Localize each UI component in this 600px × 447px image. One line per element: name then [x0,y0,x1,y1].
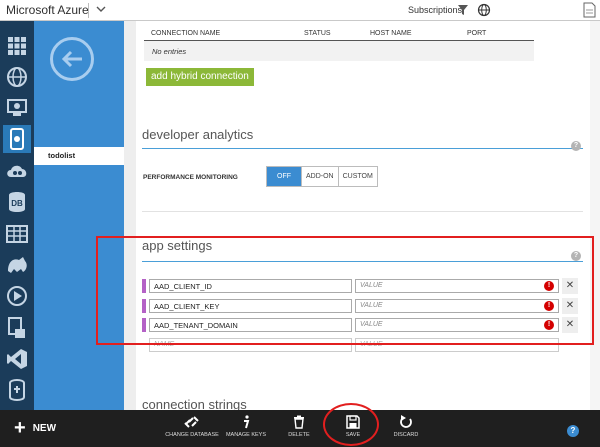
back-button[interactable] [50,37,94,81]
column-host-name: HOST NAME [370,30,412,37]
developer-analytics-title: developer analytics [142,127,254,142]
plus-icon: + [14,417,26,439]
manage-keys-button[interactable]: MANAGE KEYS [216,415,276,438]
save-highlight-annotation [323,403,379,446]
section-divider [142,211,583,212]
selected-service-item[interactable]: todolist [34,147,124,165]
scrollbar[interactable] [590,21,600,410]
new-button[interactable]: + NEW [14,417,57,439]
arrow-left-icon [61,50,82,68]
media-services-icon[interactable] [3,282,31,310]
document-icon[interactable] [583,2,596,18]
column-connection-name: CONNECTION NAME [151,30,221,37]
info-icon [244,415,250,429]
hdinsight-icon[interactable] [3,251,31,279]
delete-button[interactable]: DELETE [269,415,329,438]
item-panel: todolist [34,21,124,410]
storage-icon[interactable] [3,220,31,248]
undo-icon [400,415,412,428]
svg-text:DB: DB [11,199,23,208]
section-underline [142,148,583,149]
performance-monitoring-label: PERFORMANCE MONITORING [143,174,238,181]
left-navigation: DB [0,21,34,410]
change-database-button[interactable]: CHANGE DATABASE [162,415,222,438]
toggle-off[interactable]: OFF [267,167,301,186]
cloud-services-icon[interactable] [3,157,31,185]
chevron-down-icon[interactable] [95,2,107,16]
service-bus-icon[interactable] [3,314,31,342]
help-icon[interactable]: ? [567,425,579,437]
column-status: STATUS [304,30,331,37]
top-bar: Microsoft Azure Subscriptions [0,0,600,21]
table-header: CONNECTION NAME STATUS HOST NAME PORT [144,27,534,41]
change-database-label: CHANGE DATABASE [165,432,219,438]
filter-icon[interactable] [457,4,469,16]
subscriptions-label[interactable]: Subscriptions [408,5,462,15]
new-label: NEW [32,422,57,434]
sql-databases-icon[interactable]: DB [3,188,31,216]
delete-label: DELETE [288,432,310,438]
web-apps-icon[interactable] [3,63,31,91]
mobile-services-icon[interactable] [3,125,31,153]
manage-keys-label: MANAGE KEYS [225,432,267,438]
command-bar: + NEW CHANGE DATABASE MANAGE KEYS DELETE… [0,410,600,447]
highlight-annotation [96,236,594,345]
performance-monitoring-toggle: OFF ADD-ON CUSTOM [266,166,378,187]
main-content: CONNECTION NAME STATUS HOST NAME PORT No… [136,21,590,410]
column-port: PORT [467,30,487,37]
trash-icon [294,415,304,429]
add-hybrid-connection-button[interactable]: add hybrid connection [146,68,254,86]
toggle-custom[interactable]: CUSTOM [337,167,377,186]
panel-divider-strip [124,21,136,410]
virtual-machines-icon[interactable] [3,94,31,122]
table-row: No entries [144,41,534,61]
hybrid-connections-table: CONNECTION NAME STATUS HOST NAME PORT No… [144,27,534,61]
discard-button[interactable]: DISCARD [376,415,436,438]
help-icon[interactable]: ? [571,141,581,151]
biztalk-icon[interactable] [3,376,31,404]
link-icon [184,416,199,428]
brand-divider [88,3,89,18]
globe-icon[interactable] [477,3,491,17]
discard-label: DISCARD [393,432,419,438]
toggle-add-on[interactable]: ADD-ON [301,167,338,186]
brand-title[interactable]: Microsoft Azure [6,3,89,17]
connection-strings-title: connection strings [142,397,247,410]
all-items-icon[interactable] [3,32,31,60]
visual-studio-icon[interactable] [3,345,31,373]
